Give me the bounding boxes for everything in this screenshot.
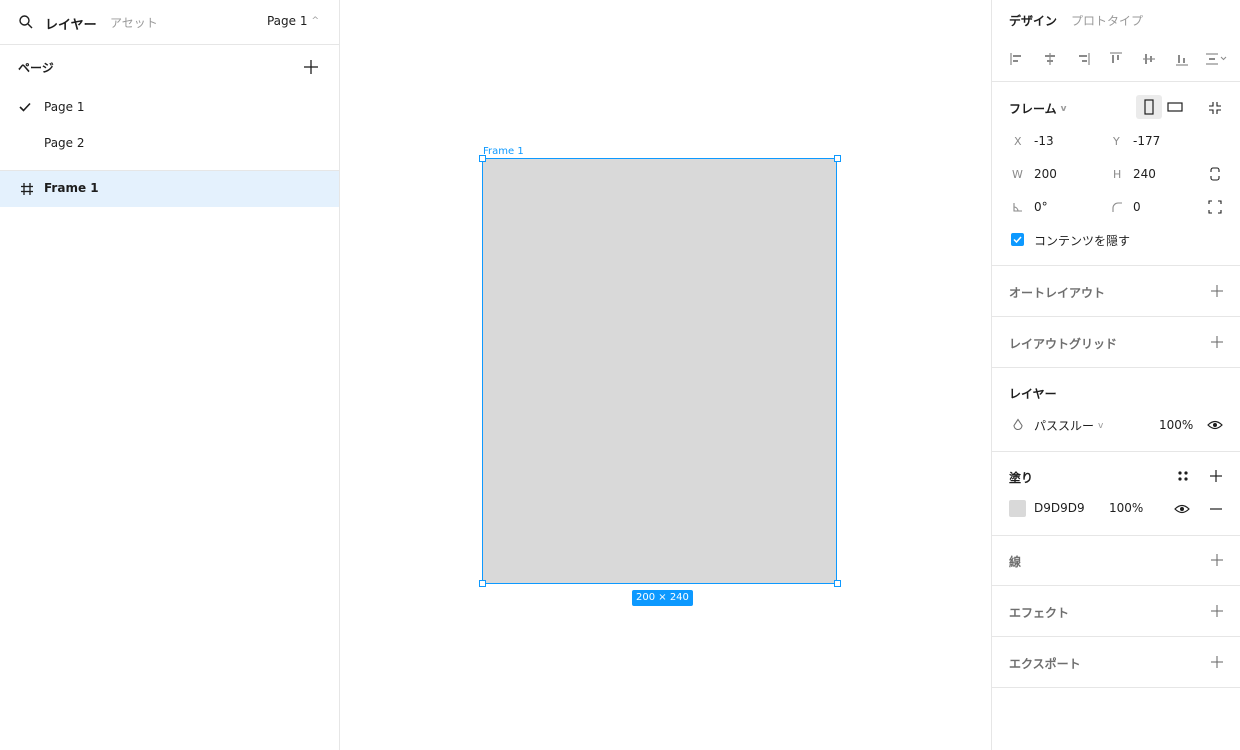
check-icon [1013,236,1022,244]
add-fill-icon[interactable] [1209,469,1223,483]
properties-tabs: デザイン プロトタイプ [992,0,1240,38]
rotation-input[interactable]: 0° [1034,200,1048,214]
constrain-proportions-icon[interactable] [1208,167,1222,181]
auto-layout-title: オートレイアウト [1009,286,1106,300]
current-page-label: Page 1 [266,14,308,28]
page-switcher[interactable]: Page 1 ^ [267,14,319,28]
properties-panel: デザイン プロトタイプ フレーム v X -13 Y -177 W 200 H … [991,0,1240,750]
clip-content-checkbox[interactable] [1011,233,1024,246]
resize-handle-top-right[interactable] [834,155,841,162]
chevron-down-icon: v [1098,420,1104,431]
y-input[interactable]: -177 [1133,134,1160,148]
independent-corners-icon[interactable] [1208,200,1222,214]
corner-radius-icon [1112,202,1122,212]
clip-content-label: コンテンツを隠す [1034,234,1131,248]
blend-mode-label: パススルー [1034,419,1095,433]
page-item-1[interactable]: Page 1 [0,90,339,126]
align-horizontal-center-icon[interactable] [1041,50,1059,68]
add-layout-grid-icon[interactable] [1210,335,1224,349]
fill-opacity-input[interactable]: 100% [1109,501,1143,515]
layout-grid-section: レイアウトグリッド [992,317,1240,368]
rotation-icon [1013,203,1022,212]
effects-section: エフェクト [992,586,1240,637]
layer-opacity-input[interactable]: 100% [1159,418,1193,432]
style-grid-icon[interactable] [1176,469,1190,483]
h-label: H [1113,168,1122,181]
frame-name-label[interactable]: Frame 1 [483,146,524,157]
layers-panel: レイヤー アセット Page 1 ^ ページ Page 1 Page 2 Fra… [0,0,340,750]
eye-icon[interactable] [1207,418,1223,432]
w-label: W [1012,168,1023,181]
align-bottom-icon[interactable] [1173,50,1191,68]
stroke-title: 線 [1009,555,1022,569]
align-top-icon[interactable] [1107,50,1125,68]
align-left-icon[interactable] [1008,50,1026,68]
tab-design[interactable]: デザイン [1009,12,1057,29]
frame-title: フレーム [1009,102,1057,116]
frame-1[interactable] [482,158,837,584]
tab-prototype[interactable]: プロトタイプ [1071,12,1143,29]
page-item-label: Page 2 [44,136,85,150]
resize-to-fit-icon[interactable] [1208,101,1222,115]
stroke-section: 線 [992,535,1240,586]
corner-radius-input[interactable]: 0 [1133,200,1141,214]
frame-type-dropdown[interactable]: フレーム v [1009,100,1067,117]
landscape-icon [1167,102,1183,112]
portrait-icon [1144,99,1154,115]
chevron-down-icon: v [1060,103,1067,114]
export-title: エクスポート [1009,657,1081,671]
fill-title: 塗り [1009,471,1034,485]
align-right-icon[interactable] [1074,50,1092,68]
layout-grid-title: レイアウトグリッド [1009,337,1118,351]
y-label: Y [1113,135,1120,148]
tab-assets[interactable]: アセット [110,14,158,31]
add-page-icon[interactable] [301,57,321,77]
portrait-button[interactable] [1136,95,1162,119]
distribute-icon[interactable] [1204,50,1230,68]
search-icon[interactable] [17,13,35,31]
frame-icon [21,183,33,195]
check-icon [19,102,31,112]
layer-section: レイヤー パススルー v 100% [992,368,1240,452]
add-stroke-icon[interactable] [1210,553,1224,567]
layer-item-label: Frame 1 [44,181,99,195]
remove-fill-icon[interactable] [1209,502,1223,516]
align-vertical-center-icon[interactable] [1140,50,1158,68]
height-input[interactable]: 240 [1133,167,1156,181]
auto-layout-section: オートレイアウト [992,266,1240,317]
blend-mode-icon [1013,418,1023,431]
export-section: エクスポート [992,637,1240,688]
add-effect-icon[interactable] [1210,604,1224,618]
left-panel-header: レイヤー アセット Page 1 ^ [0,0,339,45]
layer-title: レイヤー [1009,387,1057,401]
layer-item-frame-1[interactable]: Frame 1 [0,171,339,207]
add-auto-layout-icon[interactable] [1210,284,1224,298]
width-input[interactable]: 200 [1034,167,1057,181]
size-badge: 200 × 240 [632,590,693,606]
canvas[interactable]: Frame 1 200 × 240 [340,0,991,750]
page-item-label: Page 1 [44,100,85,114]
alignment-toolbar [992,38,1240,82]
x-input[interactable]: -13 [1034,134,1054,148]
pages-title: ページ [18,61,54,75]
resize-handle-top-left[interactable] [479,155,486,162]
fill-section: 塗り D9D9D9 100% [992,452,1240,536]
eye-icon[interactable] [1174,502,1190,516]
pages-header: ページ [0,45,339,90]
x-label: X [1014,135,1022,148]
resize-handle-bottom-right[interactable] [834,580,841,587]
blend-mode-dropdown[interactable]: パススルー v [1034,417,1103,434]
resize-handle-bottom-left[interactable] [479,580,486,587]
chevron-up-icon: ^ [311,16,319,26]
landscape-button[interactable] [1162,95,1188,119]
add-export-icon[interactable] [1210,655,1224,669]
page-item-2[interactable]: Page 2 [0,126,339,162]
frame-section: フレーム v X -13 Y -177 W 200 H 240 0° 0 コンテ… [992,83,1240,266]
fill-color-swatch[interactable] [1009,500,1026,517]
tab-layers[interactable]: レイヤー [45,14,97,33]
fill-hex-input[interactable]: D9D9D9 [1034,501,1085,515]
effects-title: エフェクト [1009,606,1070,620]
